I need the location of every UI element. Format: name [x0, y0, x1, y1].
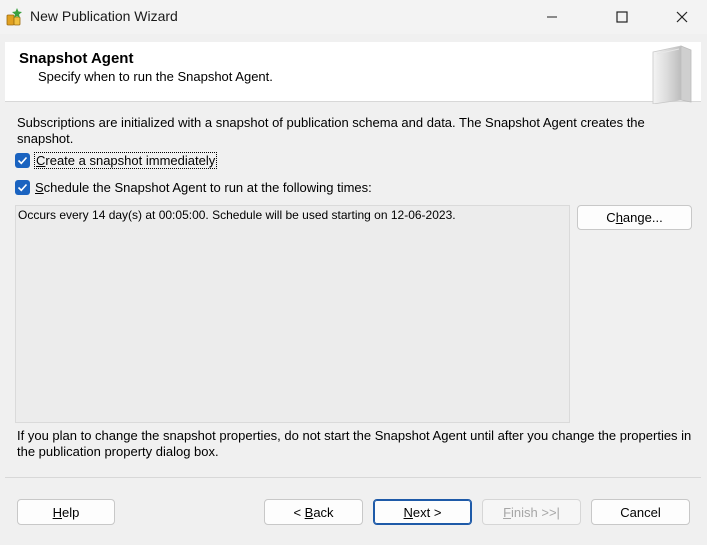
schedule-agent-label[interactable]: Schedule the Snapshot Agent to run at th… — [35, 180, 372, 195]
footer-divider — [5, 477, 701, 478]
page-title: Snapshot Agent — [19, 50, 134, 67]
minimize-icon — [547, 16, 557, 18]
checkmark-icon — [17, 156, 28, 164]
maximize-icon — [616, 11, 628, 23]
book-graphic-icon — [647, 42, 699, 105]
schedule-text: Occurs every 14 day(s) at 00:05:00. Sche… — [18, 208, 456, 222]
page-subtitle: Specify when to run the Snapshot Agent. — [38, 69, 273, 84]
schedule-description-box: Occurs every 14 day(s) at 00:05:00. Sche… — [15, 205, 570, 423]
minimize-button[interactable] — [529, 0, 575, 34]
wizard-app-icon — [5, 7, 25, 27]
schedule-agent-checkbox[interactable]: Schedule the Snapshot Agent to run at th… — [15, 178, 372, 196]
checkmark-icon — [17, 183, 28, 191]
cancel-button[interactable]: Cancel — [591, 499, 690, 525]
wizard-header: Snapshot Agent Specify when to run the S… — [5, 42, 701, 105]
window-title: New Publication Wizard — [30, 8, 178, 24]
title-bar[interactable]: New Publication Wizard — [0, 0, 707, 34]
create-snapshot-checkbox[interactable]: Create a snapshot immediately — [15, 151, 218, 169]
close-button[interactable] — [659, 0, 705, 34]
change-schedule-button[interactable]: Ch ange... — [577, 205, 692, 230]
create-snapshot-label[interactable]: Create a snapshot immediately — [33, 151, 218, 169]
checkbox-checked[interactable] — [15, 179, 30, 195]
help-button[interactable]: Help — [17, 499, 115, 525]
snapshot-note: If you plan to change the snapshot prope… — [17, 428, 692, 459]
maximize-button[interactable] — [599, 0, 645, 34]
back-button[interactable]: < Back — [264, 499, 363, 525]
next-button[interactable]: Next > — [373, 499, 472, 525]
intro-description: Subscriptions are initialized with a sna… — [17, 115, 645, 146]
finish-button[interactable]: Finish >>| — [482, 499, 581, 525]
close-icon — [676, 11, 688, 23]
checkbox-checked[interactable] — [15, 152, 30, 168]
